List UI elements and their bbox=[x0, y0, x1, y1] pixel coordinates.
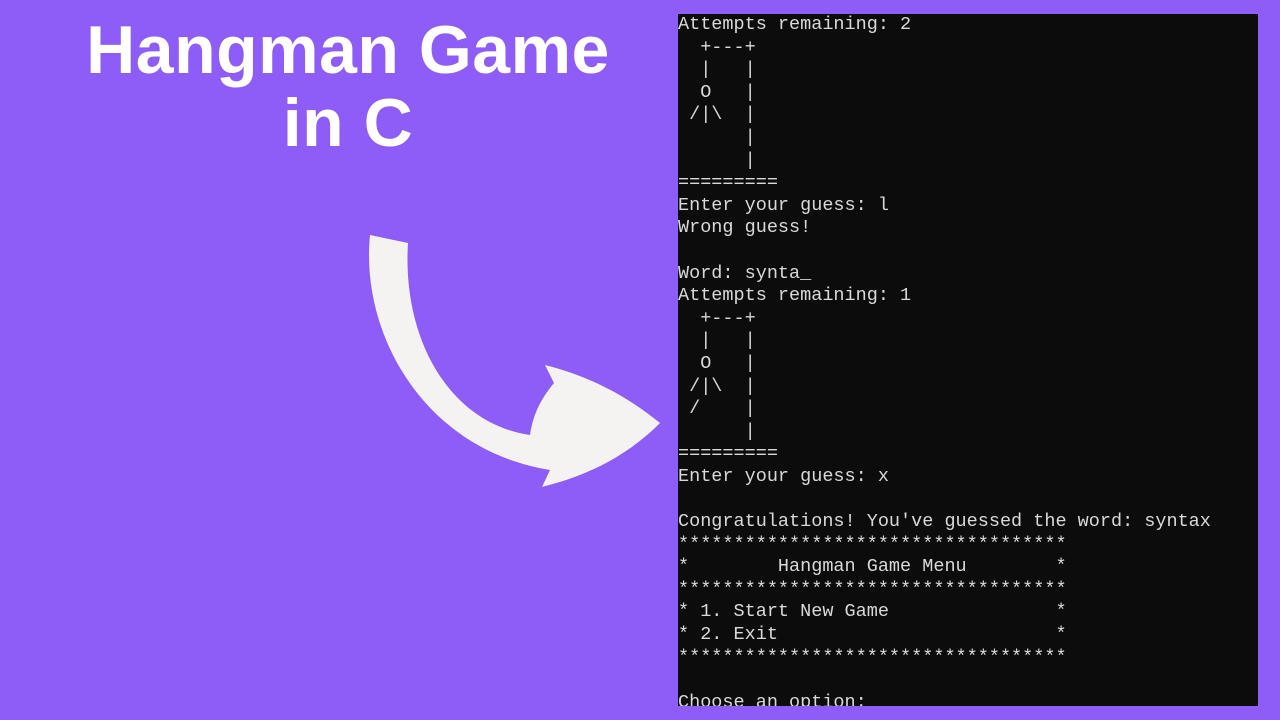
title-line-2: in C bbox=[28, 87, 668, 160]
title-line-1: Hangman Game bbox=[28, 14, 668, 87]
page-title: Hangman Game in C bbox=[28, 14, 668, 160]
arrow-icon bbox=[330, 225, 680, 525]
terminal-output: Attempts remaining: 2 +---+ | | O | /|\ … bbox=[678, 14, 1211, 706]
terminal-window: Attempts remaining: 2 +---+ | | O | /|\ … bbox=[678, 14, 1258, 706]
